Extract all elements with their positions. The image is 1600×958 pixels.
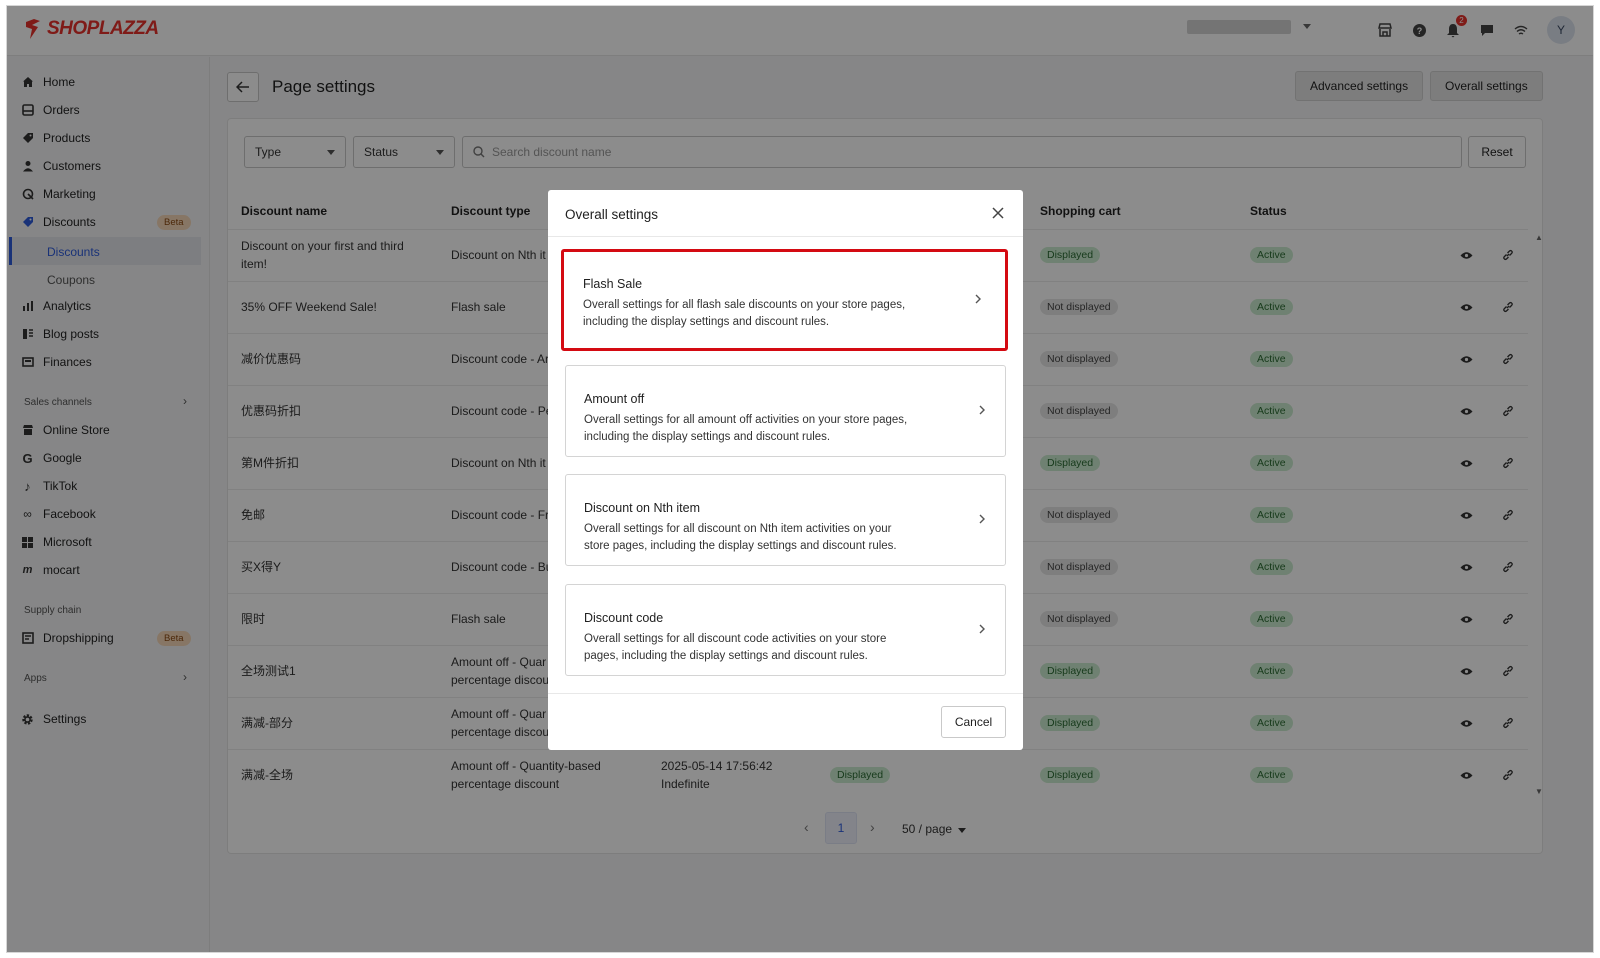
overall-settings-modal: Overall settings Flash Sale Overall sett… <box>548 190 1023 750</box>
option-flash-sale[interactable]: Flash Sale Overall settings for all flas… <box>561 249 1008 351</box>
modal-title: Overall settings <box>565 207 659 222</box>
chevron-right-icon <box>979 405 985 415</box>
cancel-button[interactable]: Cancel <box>941 706 1006 738</box>
option-description: Overall settings for all discount code a… <box>584 633 887 662</box>
option-title: Amount off <box>584 392 645 406</box>
option-discount-code[interactable]: Discount code Overall settings for all d… <box>565 584 1006 676</box>
option-description: Overall settings for all discount on Nth… <box>584 523 897 552</box>
close-icon[interactable] <box>991 206 1005 220</box>
option-description: Overall settings for all flash sale disc… <box>583 299 906 328</box>
option-title: Flash Sale <box>583 277 643 291</box>
option-discount-on-nth-item[interactable]: Discount on Nth item Overall settings fo… <box>565 474 1006 566</box>
option-title: Discount on Nth item <box>584 501 701 515</box>
chevron-right-icon <box>975 294 981 304</box>
option-amount-off[interactable]: Amount off Overall settings for all amou… <box>565 365 1006 457</box>
option-description: Overall settings for all amount off acti… <box>584 414 908 443</box>
chevron-right-icon <box>979 514 985 524</box>
option-title: Discount code <box>584 611 664 625</box>
chevron-right-icon <box>979 624 985 634</box>
modal-header-divider <box>548 236 1023 237</box>
app-window: SHOPLAZZA ? 2 Y Home Orders Products Cus… <box>6 5 1594 953</box>
modal-footer-divider <box>548 693 1023 694</box>
